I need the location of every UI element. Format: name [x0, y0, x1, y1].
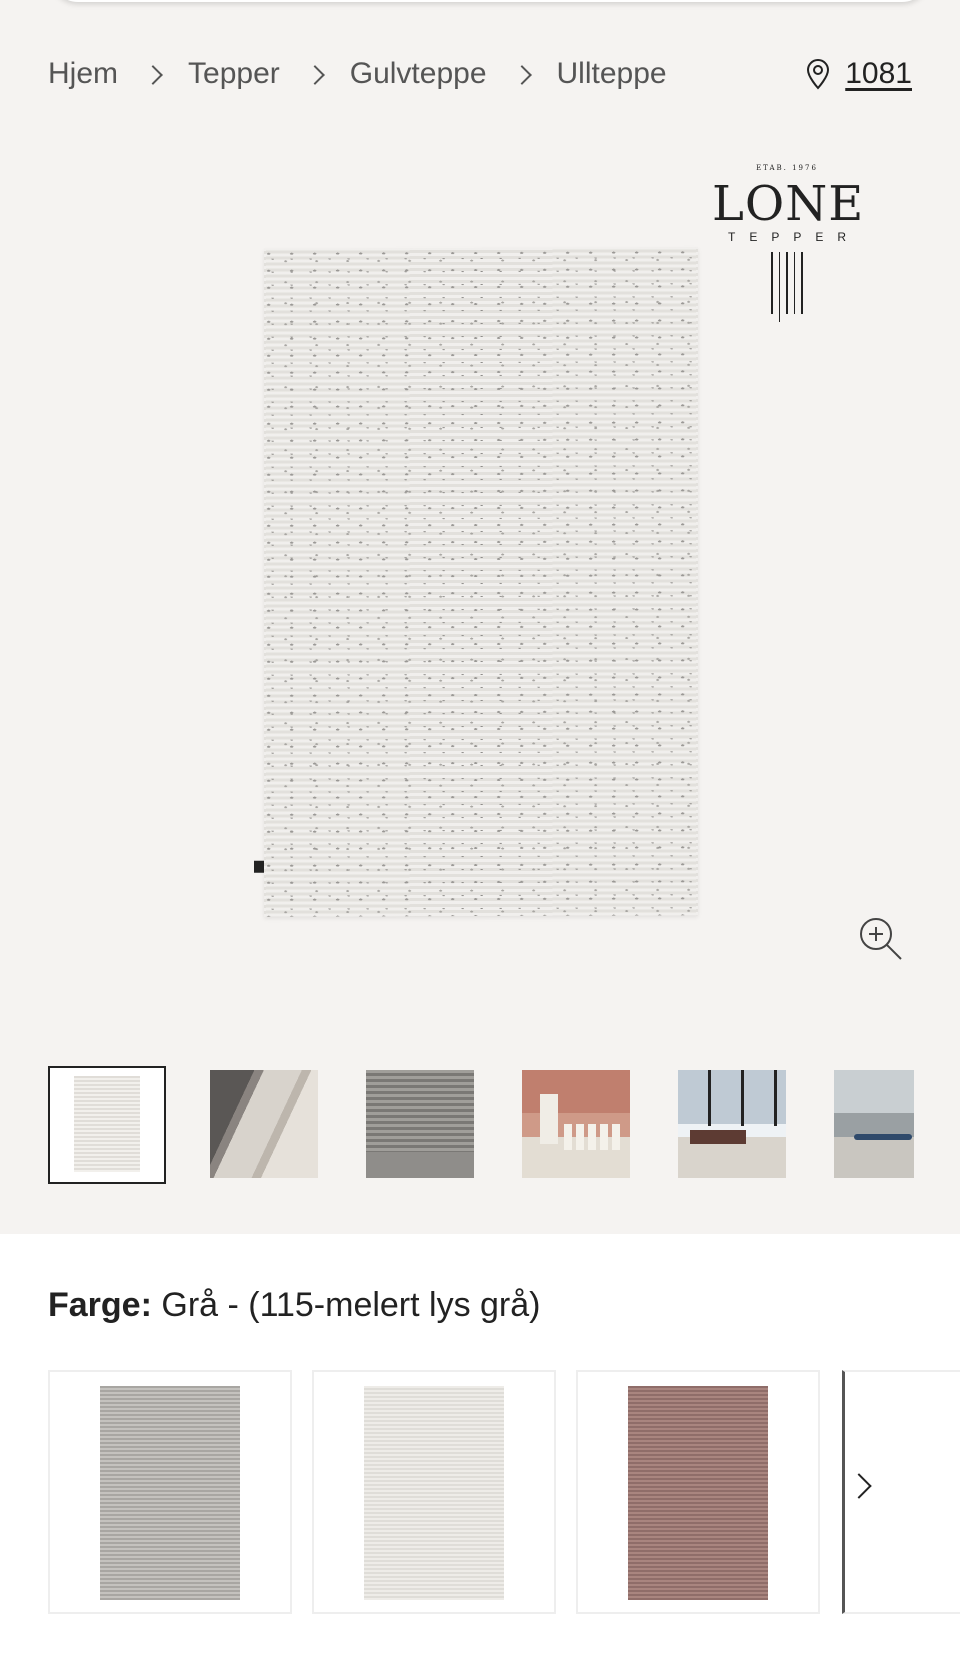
product-main-image[interactable]	[254, 247, 698, 917]
color-value: Grå - (115-melert lys grå)	[161, 1286, 541, 1324]
chevron-right-icon	[143, 65, 163, 85]
thumbnail-rug-rolls[interactable]	[210, 1070, 318, 1178]
breadcrumb-ullteppe[interactable]: Ullteppe	[557, 57, 667, 91]
color-swatch-light-grey[interactable]	[312, 1370, 556, 1614]
rug-label-tag	[254, 860, 264, 873]
thumbnail-living-room[interactable]	[678, 1070, 786, 1178]
swatch-next-button[interactable]	[842, 1456, 882, 1516]
thumbnail-dining-room[interactable]	[522, 1070, 630, 1178]
breadcrumb-home[interactable]: Hjem	[48, 57, 118, 91]
color-swatch-rose[interactable]	[576, 1370, 820, 1614]
thumbnail-rug-closeup[interactable]	[366, 1070, 474, 1178]
thumbnail-strip	[48, 1066, 914, 1184]
color-label: Farge:	[48, 1286, 152, 1324]
brand-logo: ETAB. 1976 LONE TEPPER	[712, 164, 865, 322]
brand-established: ETAB. 1976	[756, 164, 818, 172]
top-search-bar[interactable]	[50, 0, 930, 2]
breadcrumb-tepper[interactable]: Tepper	[188, 57, 280, 91]
store-selector[interactable]: 1081	[805, 52, 912, 96]
brand-name: LONE	[712, 176, 865, 232]
brand-lines-graphic	[712, 252, 862, 322]
zoom-in-icon[interactable]	[858, 916, 904, 962]
chevron-right-icon	[511, 65, 532, 85]
store-number-link[interactable]: 1081	[845, 57, 912, 91]
color-options-section: Farge: Grå - (115-melert lys grå)	[0, 1234, 960, 1654]
chevron-right-icon	[304, 65, 325, 85]
chevron-right-icon	[846, 1473, 872, 1499]
breadcrumb-gulvteppe[interactable]: Gulvteppe	[350, 57, 487, 91]
brand-subtitle: TEPPER	[727, 230, 860, 244]
location-pin-icon	[807, 59, 830, 90]
thumbnail-room-sofa[interactable]	[834, 1070, 914, 1178]
breadcrumb: Hjem Tepper Gulvteppe Ullteppe	[48, 52, 667, 96]
color-swatch-grey[interactable]	[48, 1370, 292, 1614]
color-heading: Farge: Grå - (115-melert lys grå)	[48, 1286, 541, 1325]
thumbnail-rug-front[interactable]	[48, 1066, 166, 1184]
